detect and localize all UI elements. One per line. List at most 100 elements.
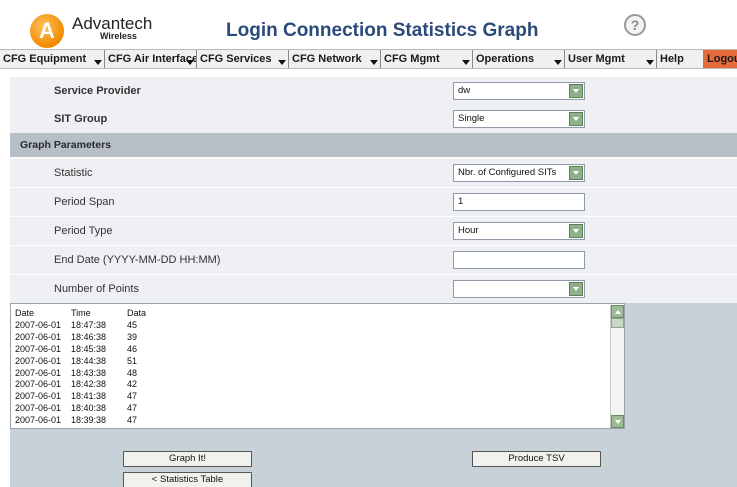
graph-it-button[interactable]: Graph It! — [123, 451, 252, 467]
data-header-row: Date Time Data — [15, 308, 167, 320]
cell-data: 46 — [127, 343, 138, 354]
chevron-down-icon — [462, 60, 470, 65]
table-row: 2007-06-01 18:39:38 47 — [15, 415, 167, 427]
chevron-down-icon — [278, 60, 286, 65]
period-span-row: Period Span 1 — [10, 188, 737, 216]
page-title: Login Connection Statistics Graph — [226, 20, 539, 41]
select-value: dw — [458, 85, 471, 96]
cell-date: 2007-06-01 — [15, 415, 62, 426]
table-row: 2007-06-01 18:43:38 48 — [15, 368, 167, 380]
scroll-up-icon[interactable] — [611, 305, 624, 318]
period-type-select[interactable]: Hour — [453, 222, 585, 240]
cell-time: 18:44:38 — [71, 355, 107, 366]
dropdown-arrow-icon — [569, 224, 583, 238]
data-panel: Date Time Data 2007-06-01 18:47:38 45 2007-0… — [10, 303, 737, 429]
nav-label: User Mgmt — [568, 53, 625, 65]
nav-cfg-equipment[interactable]: CFG Equipment — [0, 50, 105, 68]
cell-date: 2007-06-01 — [15, 403, 62, 414]
cell-time: 18:41:38 — [71, 391, 107, 402]
select-value: Hour — [458, 225, 479, 236]
table-row: 2007-06-01 18:44:38 51 — [15, 356, 167, 368]
cell-data: 39 — [127, 331, 138, 342]
chevron-down-icon — [370, 60, 378, 65]
dropdown-arrow-icon — [569, 166, 583, 180]
end-date-input[interactable] — [453, 251, 585, 269]
dropdown-arrow-icon — [569, 84, 583, 98]
cell-date: 2007-06-01 — [15, 331, 62, 342]
table-row: 2007-06-01 18:42:38 42 — [15, 379, 167, 391]
nav-help[interactable]: Help — [657, 50, 704, 68]
cell-data: 45 — [127, 319, 138, 330]
table-row: 2007-06-01 18:47:38 45 — [15, 320, 167, 332]
cell-date: 2007-06-01 — [15, 367, 62, 378]
sit-group-select[interactable]: Single — [453, 110, 585, 128]
vertical-scrollbar[interactable] — [610, 305, 624, 428]
advantech-logo-icon: A — [30, 14, 64, 48]
select-value: Single — [458, 113, 485, 124]
period-span-label: Period Span — [54, 196, 115, 208]
dropdown-arrow-icon — [569, 282, 583, 296]
graph-parameters-header: Graph Parameters — [10, 133, 737, 157]
header-time: Time — [71, 308, 91, 318]
end-date-row: End Date (YYYY-MM-DD HH:MM) — [10, 246, 737, 274]
nav-cfg-network[interactable]: CFG Network — [289, 50, 381, 68]
sit-group-label: SIT Group — [54, 113, 108, 125]
nav-logout[interactable]: Logout — [704, 50, 737, 68]
statistic-row: Statistic Nbr. of Configured SITs — [10, 159, 737, 187]
table-row: 2007-06-01 18:46:38 39 — [15, 332, 167, 344]
nav-operations[interactable]: Operations — [473, 50, 565, 68]
nav-label: Operations — [476, 53, 535, 65]
service-provider-label: Service Provider — [54, 85, 141, 97]
table-row: 2007-06-01 18:41:38 47 — [15, 391, 167, 403]
cell-time: 18:47:38 — [71, 319, 107, 330]
period-span-input[interactable]: 1 — [453, 193, 585, 211]
cell-time: 18:43:38 — [71, 367, 107, 378]
cell-date: 2007-06-01 — [15, 343, 62, 354]
period-type-label: Period Type — [54, 225, 113, 237]
help-icon[interactable]: ? — [624, 14, 646, 36]
nav-label: CFG Mgmt — [384, 53, 440, 65]
statistics-table-button[interactable]: < Statistics Table — [123, 472, 252, 487]
nav-label: CFG Air Interface — [108, 53, 197, 65]
cell-data: 47 — [127, 403, 138, 414]
table-row: 2007-06-01 18:40:38 47 — [15, 403, 167, 415]
nav-user-mgmt[interactable]: User Mgmt — [565, 50, 657, 68]
cell-time: 18:46:38 — [71, 331, 107, 342]
cell-data: 51 — [127, 355, 138, 366]
action-bar: Graph It! Produce TSV < Statistics Table — [10, 429, 737, 487]
number-of-points-row: Number of Points — [10, 275, 737, 303]
nav-label: CFG Services — [200, 53, 272, 65]
section-title: Graph Parameters — [20, 139, 112, 151]
nav-label: Help — [660, 53, 684, 65]
cell-date: 2007-06-01 — [15, 355, 62, 366]
scroll-down-icon[interactable] — [611, 415, 624, 428]
service-provider-row: Service Provider dw — [10, 77, 737, 105]
header: A Advantech Wireless Login Connection St… — [0, 0, 737, 48]
chevron-down-icon — [554, 60, 562, 65]
sit-group-row: SIT Group Single — [10, 105, 737, 133]
logo-subtitle: Wireless — [100, 31, 137, 41]
nav-cfg-air-interface[interactable]: CFG Air Interface — [105, 50, 197, 68]
cell-date: 2007-06-01 — [15, 379, 62, 390]
data-table: Date Time Data 2007-06-01 18:47:38 45 2007-0… — [15, 308, 167, 427]
table-row: 2007-06-01 18:45:38 46 — [15, 344, 167, 356]
nav-cfg-services[interactable]: CFG Services — [197, 50, 289, 68]
period-type-row: Period Type Hour — [10, 217, 737, 245]
header-data: Data — [127, 308, 147, 318]
end-date-label: End Date (YYYY-MM-DD HH:MM) — [54, 254, 221, 266]
nav-cfg-mgmt[interactable]: CFG Mgmt — [381, 50, 473, 68]
header-date: Date — [15, 308, 35, 318]
scroll-thumb[interactable] — [611, 318, 624, 328]
cell-data: 47 — [127, 415, 138, 426]
number-of-points-select[interactable] — [453, 280, 585, 298]
service-provider-select[interactable]: dw — [453, 82, 585, 100]
data-textarea[interactable]: Date Time Data 2007-06-01 18:47:38 45 2007-0… — [10, 303, 625, 429]
produce-tsv-button[interactable]: Produce TSV — [472, 451, 601, 467]
cell-date: 2007-06-01 — [15, 319, 62, 330]
select-value: Nbr. of Configured SITs — [458, 167, 557, 178]
statistic-select[interactable]: Nbr. of Configured SITs — [453, 164, 585, 182]
chevron-down-icon — [94, 60, 102, 65]
number-of-points-label: Number of Points — [54, 283, 139, 295]
dropdown-arrow-icon — [569, 112, 583, 126]
cell-time: 18:45:38 — [71, 343, 107, 354]
